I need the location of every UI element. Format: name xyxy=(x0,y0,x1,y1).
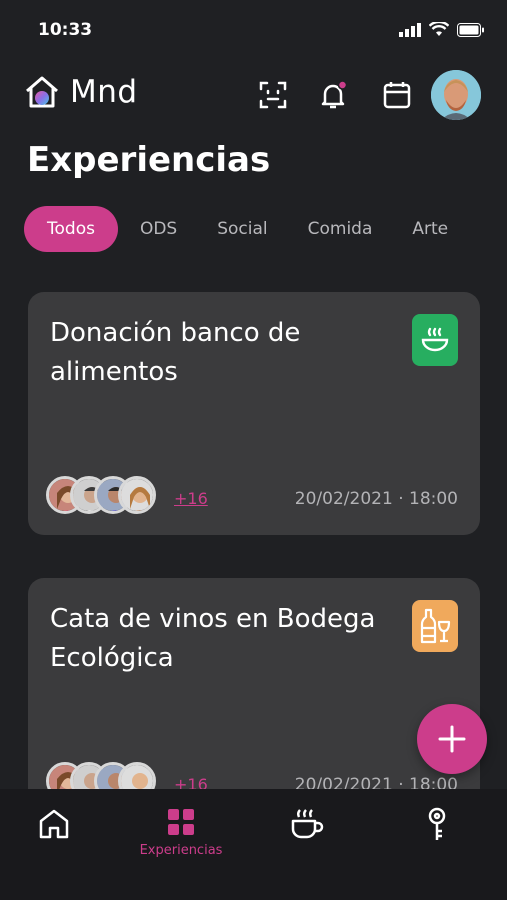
event-datetime: 20/02/2021 · 18:00 xyxy=(294,489,458,509)
food-bowl-icon xyxy=(412,314,458,366)
key-icon xyxy=(428,807,446,840)
tab-comida[interactable]: Comida xyxy=(308,219,373,239)
app-logo[interactable]: Mnd xyxy=(24,74,138,110)
notifications-button[interactable] xyxy=(316,78,350,112)
grid-icon xyxy=(168,809,194,835)
card-title: Cata de vinos en Bodega Ecológica xyxy=(50,604,376,673)
tab-ods[interactable]: ODS xyxy=(140,219,177,239)
tab-todos[interactable]: Todos xyxy=(24,206,118,252)
status-icons xyxy=(399,22,485,37)
calendar-icon xyxy=(383,82,411,109)
more-attendees-link[interactable]: +16 xyxy=(174,489,208,508)
app-name: Mnd xyxy=(70,74,138,110)
bell-icon xyxy=(321,80,348,109)
add-experience-button[interactable] xyxy=(417,704,487,774)
nav-home[interactable] xyxy=(14,807,94,841)
bottom-nav: Experiencias xyxy=(0,789,507,900)
wine-icon xyxy=(412,600,458,652)
event-time: 18:00 xyxy=(409,489,458,509)
nav-coffee[interactable] xyxy=(267,807,347,841)
scan-button[interactable] xyxy=(256,78,290,112)
category-tabs: Todos ODS Social Comida Arte xyxy=(24,205,488,253)
card-title: Donación banco de alimentos xyxy=(50,318,301,387)
plus-icon xyxy=(438,725,466,753)
experience-card[interactable]: Donación banco de alimentos +16 20/02/20… xyxy=(28,292,480,535)
tab-arte[interactable]: Arte xyxy=(412,219,448,239)
scan-icon xyxy=(259,81,287,109)
avatar xyxy=(118,476,156,514)
coffee-icon xyxy=(291,809,324,839)
house-logo-icon xyxy=(26,76,58,108)
event-date: 20/02/2021 xyxy=(294,489,393,509)
page-title: Experiencias xyxy=(27,140,271,180)
tab-social[interactable]: Social xyxy=(217,219,267,239)
nav-key[interactable] xyxy=(397,807,477,843)
nav-label: Experiencias xyxy=(139,843,223,858)
home-icon xyxy=(39,809,69,839)
signal-icon xyxy=(399,22,421,37)
user-avatar[interactable] xyxy=(431,70,481,120)
nav-experiencias[interactable]: Experiencias xyxy=(139,807,223,858)
attendee-avatars[interactable] xyxy=(46,476,156,514)
battery-icon xyxy=(457,22,484,37)
status-time: 10:33 xyxy=(38,20,93,40)
wifi-icon xyxy=(429,22,449,36)
calendar-button[interactable] xyxy=(380,78,414,112)
